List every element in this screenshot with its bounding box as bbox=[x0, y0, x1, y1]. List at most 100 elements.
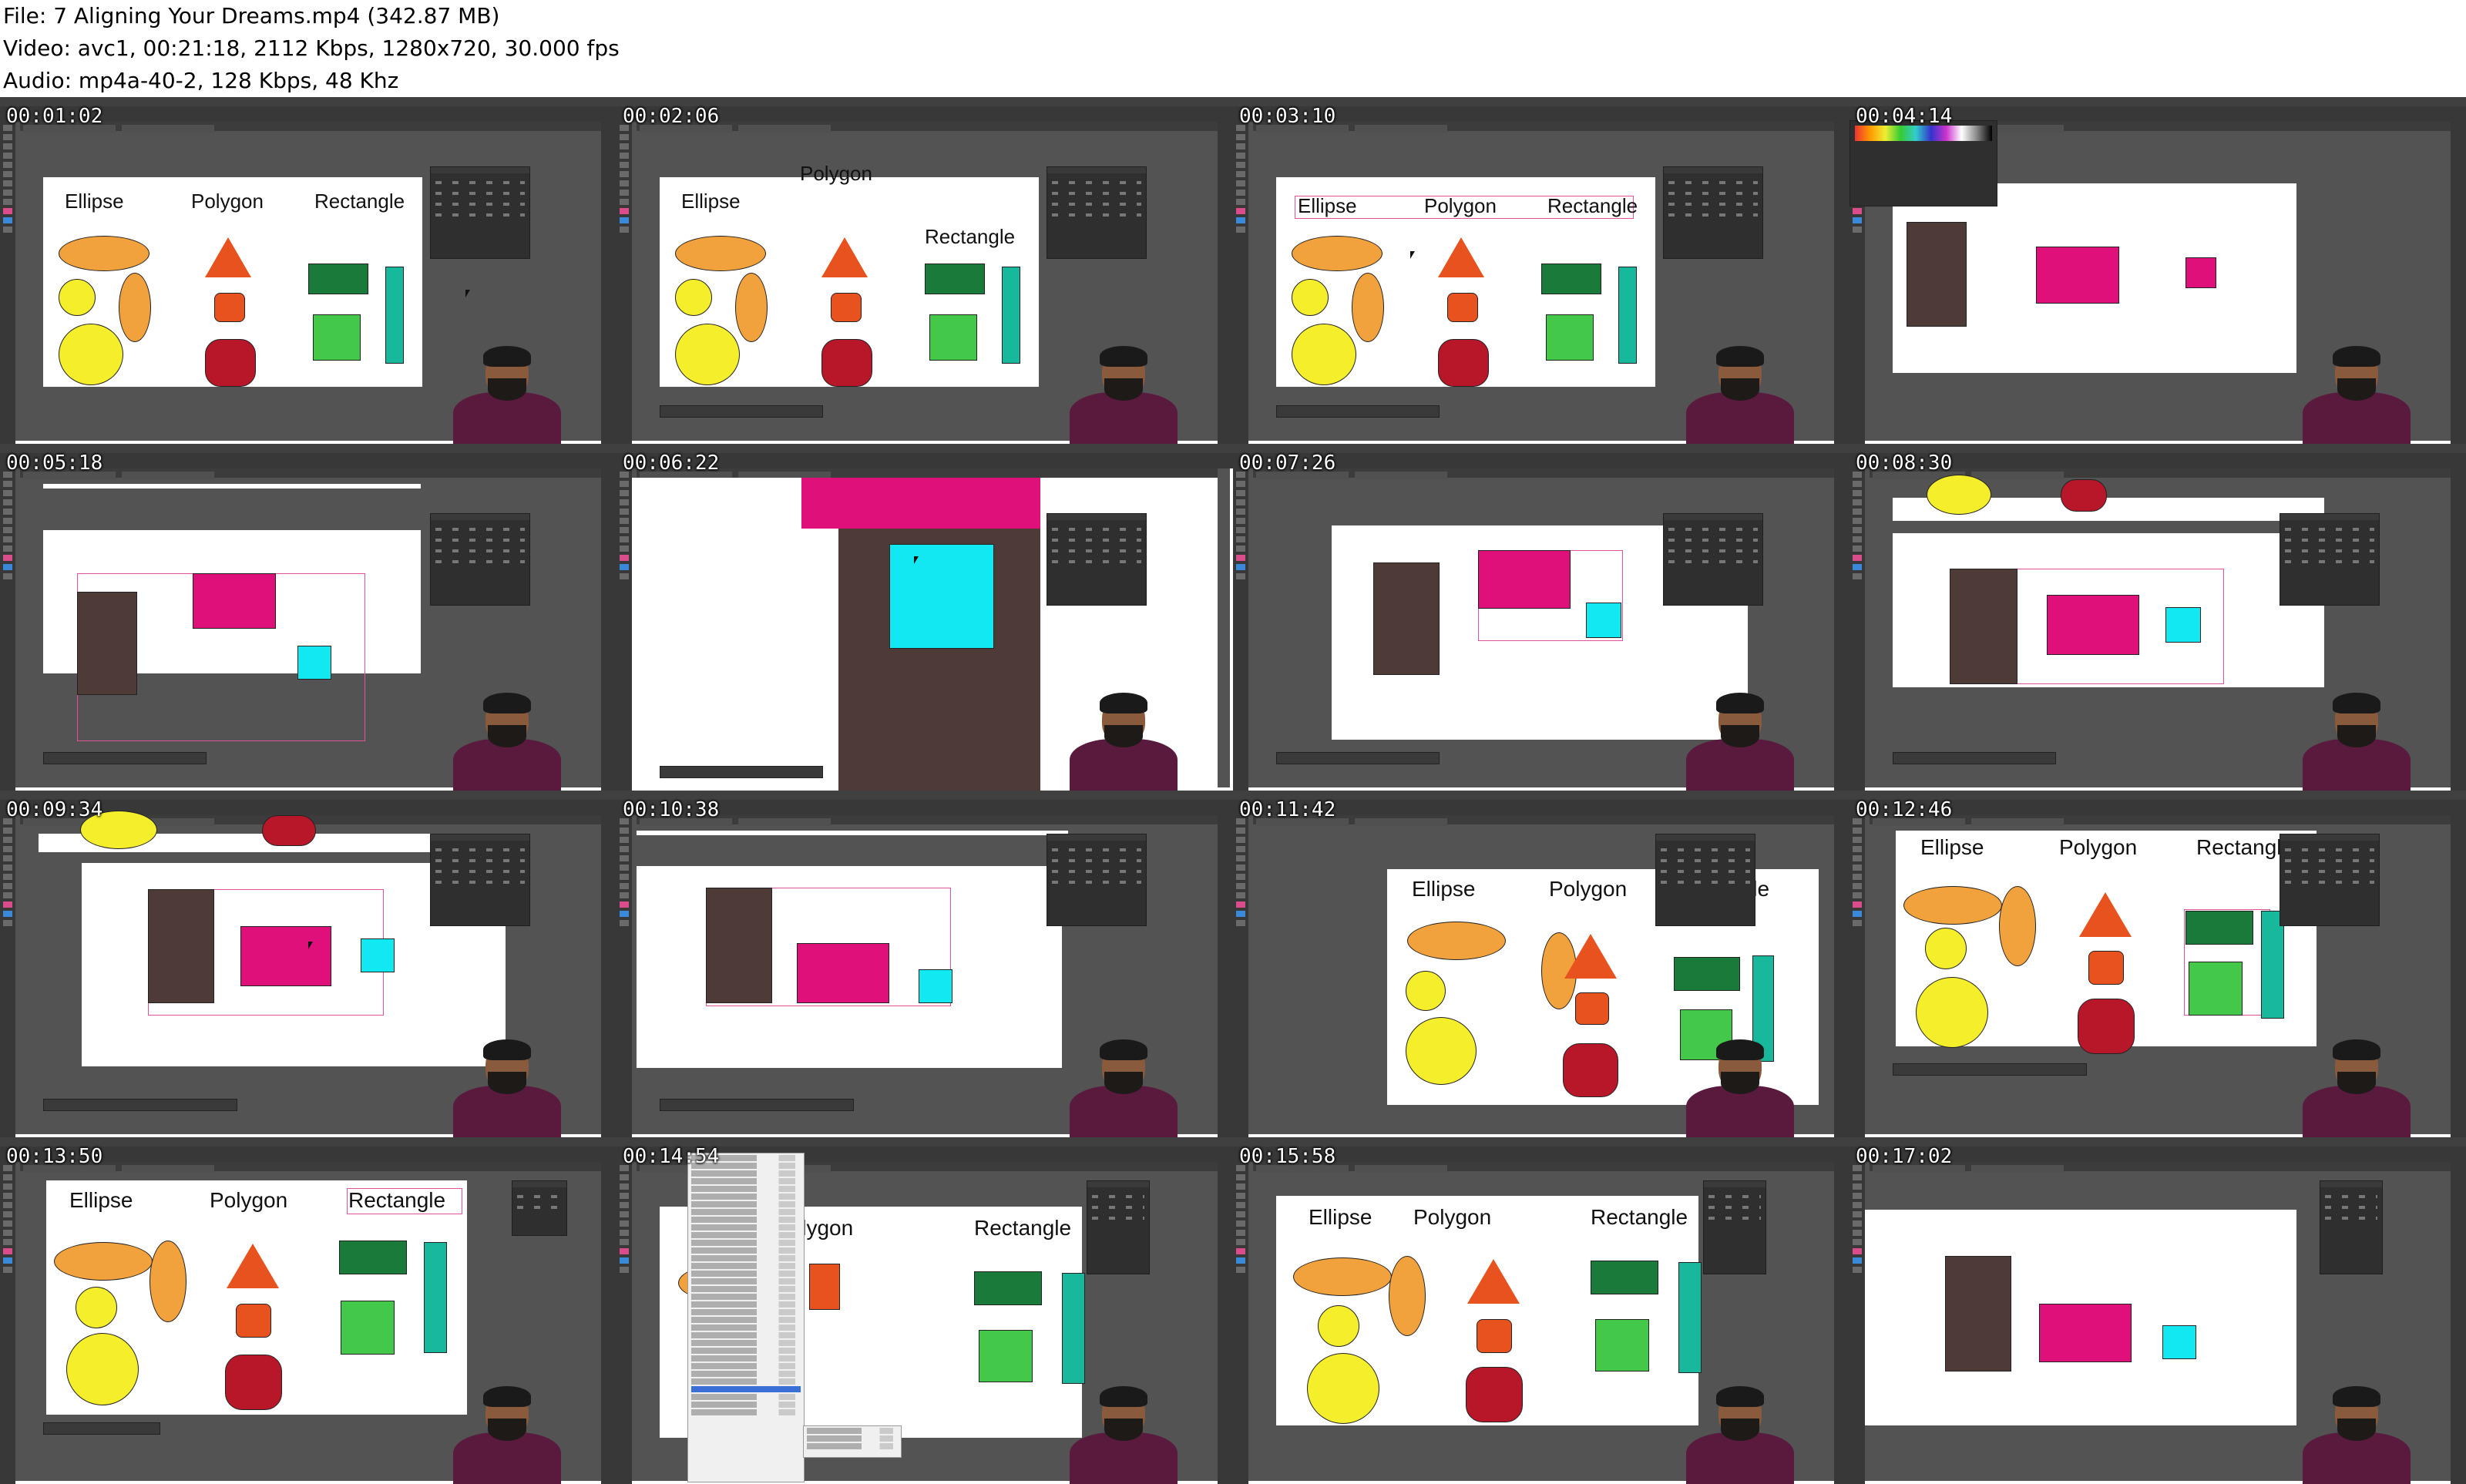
status-bar bbox=[660, 405, 823, 418]
swatches-panel[interactable] bbox=[1850, 120, 1997, 206]
thumbnail-frame[interactable]: Ellipse Polygon Rectangle 00:02:06 bbox=[616, 97, 1233, 444]
align-panel[interactable] bbox=[1703, 1180, 1766, 1274]
align-panel[interactable] bbox=[512, 1180, 567, 1236]
align-panel[interactable] bbox=[1047, 166, 1147, 259]
mouse-cursor bbox=[308, 942, 313, 949]
thumbnail-frame[interactable]: 00:06:22 bbox=[616, 444, 1233, 791]
triangle bbox=[205, 237, 251, 277]
presenter-webcam bbox=[453, 1386, 561, 1484]
green-square bbox=[2189, 962, 2243, 1016]
large-yellow-circle bbox=[675, 324, 740, 385]
brown-rect bbox=[148, 889, 214, 1003]
align-panel[interactable] bbox=[1655, 834, 1755, 926]
toolbar bbox=[1850, 468, 1865, 791]
heptagon bbox=[821, 339, 872, 387]
teal-rect bbox=[1062, 1273, 1085, 1384]
align-panel[interactable] bbox=[1047, 834, 1147, 926]
right-dock bbox=[1218, 1162, 1233, 1484]
thumbnail-frame[interactable]: 00:09:34 bbox=[0, 791, 616, 1137]
toolbar bbox=[616, 122, 632, 444]
teal-rect bbox=[385, 267, 404, 364]
thumbnail-frame[interactable]: 00:07:26 bbox=[1233, 444, 1850, 791]
thumbnail-frame[interactable]: Ellipse Polygon Rectangle 00:01:02 bbox=[0, 97, 616, 444]
align-panel[interactable] bbox=[430, 513, 530, 606]
artboard bbox=[1865, 1210, 2296, 1425]
status-bar bbox=[43, 752, 207, 764]
timestamp: 00:04:14 bbox=[1856, 105, 1953, 128]
align-panel[interactable] bbox=[1663, 513, 1763, 606]
align-panel[interactable] bbox=[1087, 1180, 1150, 1274]
align-panel[interactable] bbox=[2320, 1180, 2383, 1274]
view-menu[interactable] bbox=[687, 1153, 805, 1482]
document-tabs bbox=[20, 468, 601, 479]
align-panel[interactable] bbox=[2280, 834, 2380, 926]
align-panel[interactable] bbox=[1663, 166, 1763, 259]
presenter-webcam bbox=[453, 346, 561, 444]
toolbar bbox=[1850, 1162, 1865, 1484]
menu-item-highlighted[interactable] bbox=[691, 1386, 801, 1392]
ellipse-label: Ellipse bbox=[1412, 877, 1476, 901]
timestamp: 00:17:02 bbox=[1856, 1145, 1953, 1168]
green-square bbox=[1546, 314, 1594, 361]
status-bar bbox=[1893, 752, 2056, 764]
thumbnail-frame[interactable]: Ellipse Polygon Rectangle 00:14: bbox=[616, 1137, 1233, 1484]
large-yellow-circle bbox=[1292, 324, 1356, 385]
document-tabs bbox=[20, 122, 601, 133]
triangle bbox=[821, 237, 868, 277]
right-dock bbox=[2451, 468, 2466, 791]
thumbnail-frame[interactable]: 00:04:14 bbox=[1850, 97, 2466, 444]
magenta-rect bbox=[801, 478, 1040, 529]
thumbnail-frame[interactable]: Ellipse Polygon Rectangle 00:13:50 bbox=[0, 1137, 616, 1484]
status-bar bbox=[43, 1422, 160, 1435]
yellow-circle-partial bbox=[1927, 475, 1991, 515]
thumbnail-frame[interactable]: 00:10:38 bbox=[616, 791, 1233, 1137]
thumbnail-frame[interactable]: 00:08:30 bbox=[1850, 444, 2466, 791]
thumbnail-frame[interactable]: 00:05:18 bbox=[0, 444, 616, 791]
toolbar bbox=[1850, 815, 1865, 1137]
align-panel[interactable] bbox=[1047, 513, 1147, 606]
thumbnail-frame[interactable]: Ellipse Polygon Rectangle 00:12:46 bbox=[1850, 791, 2466, 1137]
triangle bbox=[227, 1244, 279, 1288]
artboard bbox=[637, 866, 1062, 1068]
ellipse-label: Ellipse bbox=[681, 190, 741, 213]
thumbnail-frame[interactable]: Ellipse Polygon Rectangle 00:15:58 bbox=[1233, 1137, 1850, 1484]
status-bar bbox=[660, 1099, 854, 1111]
triangle bbox=[2079, 892, 2132, 937]
presenter-webcam bbox=[1686, 1039, 1794, 1137]
small-yellow-circle bbox=[1406, 971, 1446, 1011]
align-panel[interactable] bbox=[430, 834, 530, 926]
presenter-webcam bbox=[1070, 1386, 1178, 1484]
view-submenu[interactable] bbox=[803, 1425, 902, 1458]
heptagon bbox=[1466, 1367, 1523, 1422]
thumbnail-frame[interactable]: Ellipse Polygon Rectangle 00:11:42 bbox=[1233, 791, 1850, 1137]
magenta-rect bbox=[2036, 247, 2119, 304]
timestamp: 00:10:38 bbox=[623, 798, 720, 821]
dark-green-rect bbox=[308, 264, 368, 294]
orange-ellipse bbox=[675, 236, 766, 271]
brown-rect bbox=[706, 888, 772, 1003]
orange-ellipse bbox=[1293, 1257, 1392, 1296]
toolbar bbox=[616, 815, 632, 1137]
presenter-webcam bbox=[1686, 1386, 1794, 1484]
thumbnail-frame[interactable]: Ellipse Polygon Rectangle 00:03:10 bbox=[1233, 97, 1850, 444]
small-yellow-circle bbox=[76, 1287, 117, 1328]
large-yellow-circle bbox=[1307, 1353, 1379, 1424]
thumbnail-frame[interactable]: 00:17:02 bbox=[1850, 1137, 2466, 1484]
vertical-orange-ellipse bbox=[1999, 886, 2036, 966]
artboard: Ellipse Polygon Rectangle bbox=[1276, 1196, 1702, 1425]
align-panel[interactable] bbox=[430, 166, 530, 259]
align-panel[interactable] bbox=[2280, 513, 2380, 606]
vertical-orange-ellipse bbox=[1389, 1256, 1426, 1336]
large-yellow-circle bbox=[1916, 977, 1988, 1048]
presenter-webcam bbox=[1070, 693, 1178, 791]
toolbar bbox=[616, 468, 632, 791]
vertical-orange-ellipse bbox=[150, 1241, 186, 1322]
small-yellow-circle bbox=[675, 279, 712, 316]
mouse-cursor bbox=[914, 556, 919, 564]
large-yellow-circle bbox=[66, 1333, 139, 1405]
cyan-square bbox=[361, 938, 395, 972]
heptagon bbox=[205, 339, 256, 387]
timestamp: 00:03:10 bbox=[1239, 105, 1336, 128]
presenter-webcam bbox=[1070, 1039, 1178, 1137]
timestamp: 00:09:34 bbox=[6, 798, 103, 821]
